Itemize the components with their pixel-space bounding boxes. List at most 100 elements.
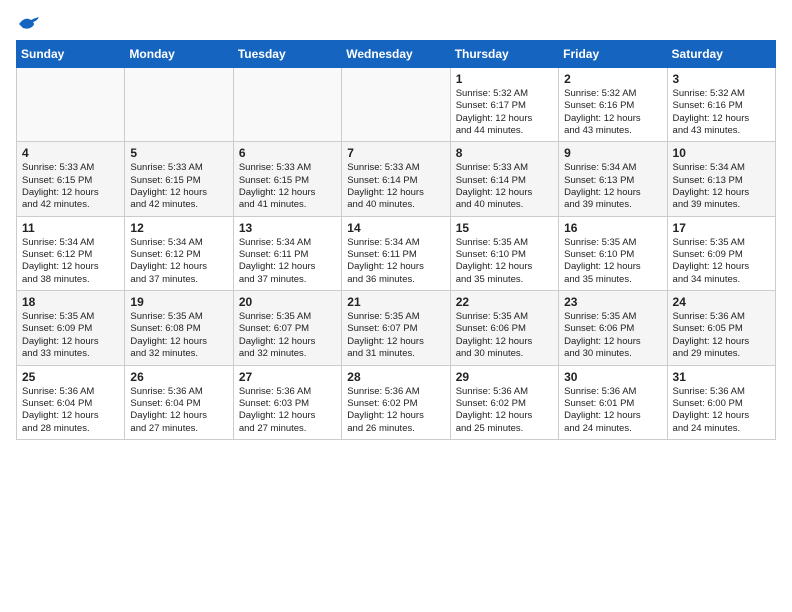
day-info-line: Daylight: 12 hours: [239, 187, 336, 199]
day-info-line: Daylight: 12 hours: [456, 261, 553, 273]
day-info-line: Daylight: 12 hours: [456, 410, 553, 422]
day-info-line: and 43 minutes.: [564, 125, 661, 137]
day-info-line: and 32 minutes.: [130, 348, 227, 360]
day-info-line: Sunset: 6:09 PM: [673, 249, 770, 261]
day-info-line: and 42 minutes.: [130, 199, 227, 211]
day-info-line: Daylight: 12 hours: [22, 261, 119, 273]
day-info-line: and 41 minutes.: [239, 199, 336, 211]
day-info-line: Sunrise: 5:34 AM: [239, 237, 336, 249]
day-info-line: and 40 minutes.: [347, 199, 444, 211]
calendar-week-row: 4Sunrise: 5:33 AMSunset: 6:15 PMDaylight…: [17, 142, 776, 216]
day-info-line: and 37 minutes.: [239, 274, 336, 286]
day-info-line: and 42 minutes.: [22, 199, 119, 211]
day-info-line: Daylight: 12 hours: [130, 187, 227, 199]
calendar-day-cell: 27Sunrise: 5:36 AMSunset: 6:03 PMDayligh…: [233, 365, 341, 439]
calendar-day-cell: 8Sunrise: 5:33 AMSunset: 6:14 PMDaylight…: [450, 142, 558, 216]
day-info-line: Daylight: 12 hours: [239, 410, 336, 422]
day-info-line: Sunrise: 5:34 AM: [22, 237, 119, 249]
day-info-line: and 43 minutes.: [673, 125, 770, 137]
day-info-line: Sunrise: 5:35 AM: [564, 311, 661, 323]
calendar-day-cell: 30Sunrise: 5:36 AMSunset: 6:01 PMDayligh…: [559, 365, 667, 439]
day-number: 2: [564, 72, 661, 86]
day-info-line: Sunset: 6:06 PM: [564, 323, 661, 335]
day-info-line: Sunrise: 5:36 AM: [456, 386, 553, 398]
day-info-line: Sunset: 6:10 PM: [564, 249, 661, 261]
day-info-line: Sunrise: 5:36 AM: [673, 386, 770, 398]
day-info-line: and 34 minutes.: [673, 274, 770, 286]
calendar-day-cell: 20Sunrise: 5:35 AMSunset: 6:07 PMDayligh…: [233, 291, 341, 365]
calendar-day-cell: 19Sunrise: 5:35 AMSunset: 6:08 PMDayligh…: [125, 291, 233, 365]
day-info-line: Daylight: 12 hours: [673, 187, 770, 199]
logo: [16, 16, 39, 28]
day-info-line: Sunrise: 5:34 AM: [564, 162, 661, 174]
day-info-line: Sunset: 6:00 PM: [673, 398, 770, 410]
calendar-week-row: 11Sunrise: 5:34 AMSunset: 6:12 PMDayligh…: [17, 216, 776, 290]
day-info-line: Sunset: 6:12 PM: [22, 249, 119, 261]
day-info-line: Daylight: 12 hours: [456, 113, 553, 125]
day-info-line: and 25 minutes.: [456, 423, 553, 435]
day-info-line: Sunrise: 5:33 AM: [130, 162, 227, 174]
calendar-day-cell: [125, 68, 233, 142]
day-number: 15: [456, 221, 553, 235]
day-info-line: Sunset: 6:07 PM: [239, 323, 336, 335]
day-info-line: Daylight: 12 hours: [564, 336, 661, 348]
day-info-line: Daylight: 12 hours: [22, 187, 119, 199]
day-info-line: Sunrise: 5:32 AM: [456, 88, 553, 100]
calendar-day-cell: 28Sunrise: 5:36 AMSunset: 6:02 PMDayligh…: [342, 365, 450, 439]
calendar-day-cell: 17Sunrise: 5:35 AMSunset: 6:09 PMDayligh…: [667, 216, 775, 290]
day-info-line: Sunset: 6:11 PM: [347, 249, 444, 261]
page-header: [16, 16, 776, 28]
calendar-table: SundayMondayTuesdayWednesdayThursdayFrid…: [16, 40, 776, 440]
calendar-day-cell: [233, 68, 341, 142]
day-number: 24: [673, 295, 770, 309]
day-info-line: Sunset: 6:08 PM: [130, 323, 227, 335]
day-info-line: Sunrise: 5:35 AM: [564, 237, 661, 249]
weekday-header-sunday: Sunday: [17, 41, 125, 68]
day-info-line: Sunset: 6:15 PM: [130, 175, 227, 187]
day-info-line: Sunrise: 5:33 AM: [239, 162, 336, 174]
calendar-day-cell: 22Sunrise: 5:35 AMSunset: 6:06 PMDayligh…: [450, 291, 558, 365]
calendar-day-cell: 12Sunrise: 5:34 AMSunset: 6:12 PMDayligh…: [125, 216, 233, 290]
day-number: 18: [22, 295, 119, 309]
day-info-line: Sunset: 6:02 PM: [347, 398, 444, 410]
day-info-line: Sunset: 6:16 PM: [564, 100, 661, 112]
day-info-line: Sunset: 6:15 PM: [239, 175, 336, 187]
day-info-line: Sunset: 6:03 PM: [239, 398, 336, 410]
day-info-line: Sunrise: 5:36 AM: [564, 386, 661, 398]
day-info-line: Daylight: 12 hours: [564, 410, 661, 422]
day-info-line: Sunset: 6:16 PM: [673, 100, 770, 112]
day-info-line: and 36 minutes.: [347, 274, 444, 286]
day-number: 1: [456, 72, 553, 86]
calendar-day-cell: [342, 68, 450, 142]
day-number: 22: [456, 295, 553, 309]
calendar-day-cell: 23Sunrise: 5:35 AMSunset: 6:06 PMDayligh…: [559, 291, 667, 365]
calendar-day-cell: 14Sunrise: 5:34 AMSunset: 6:11 PMDayligh…: [342, 216, 450, 290]
weekday-header-wednesday: Wednesday: [342, 41, 450, 68]
day-number: 11: [22, 221, 119, 235]
day-number: 10: [673, 146, 770, 160]
calendar-day-cell: 3Sunrise: 5:32 AMSunset: 6:16 PMDaylight…: [667, 68, 775, 142]
day-info-line: Sunset: 6:09 PM: [22, 323, 119, 335]
day-info-line: Sunrise: 5:36 AM: [130, 386, 227, 398]
logo-bird-icon: [17, 16, 39, 32]
calendar-day-cell: 2Sunrise: 5:32 AMSunset: 6:16 PMDaylight…: [559, 68, 667, 142]
day-info-line: and 31 minutes.: [347, 348, 444, 360]
calendar-week-row: 1Sunrise: 5:32 AMSunset: 6:17 PMDaylight…: [17, 68, 776, 142]
day-number: 21: [347, 295, 444, 309]
day-info-line: Daylight: 12 hours: [239, 336, 336, 348]
day-number: 13: [239, 221, 336, 235]
day-info-line: Daylight: 12 hours: [564, 187, 661, 199]
day-info-line: Sunset: 6:14 PM: [347, 175, 444, 187]
day-info-line: Sunrise: 5:35 AM: [347, 311, 444, 323]
day-info-line: Sunset: 6:05 PM: [673, 323, 770, 335]
day-info-line: Daylight: 12 hours: [347, 187, 444, 199]
day-info-line: Sunrise: 5:32 AM: [673, 88, 770, 100]
day-info-line: Sunset: 6:07 PM: [347, 323, 444, 335]
day-number: 29: [456, 370, 553, 384]
weekday-header-monday: Monday: [125, 41, 233, 68]
calendar-day-cell: 1Sunrise: 5:32 AMSunset: 6:17 PMDaylight…: [450, 68, 558, 142]
calendar-day-cell: 9Sunrise: 5:34 AMSunset: 6:13 PMDaylight…: [559, 142, 667, 216]
day-info-line: and 33 minutes.: [22, 348, 119, 360]
day-info-line: and 37 minutes.: [130, 274, 227, 286]
day-number: 20: [239, 295, 336, 309]
